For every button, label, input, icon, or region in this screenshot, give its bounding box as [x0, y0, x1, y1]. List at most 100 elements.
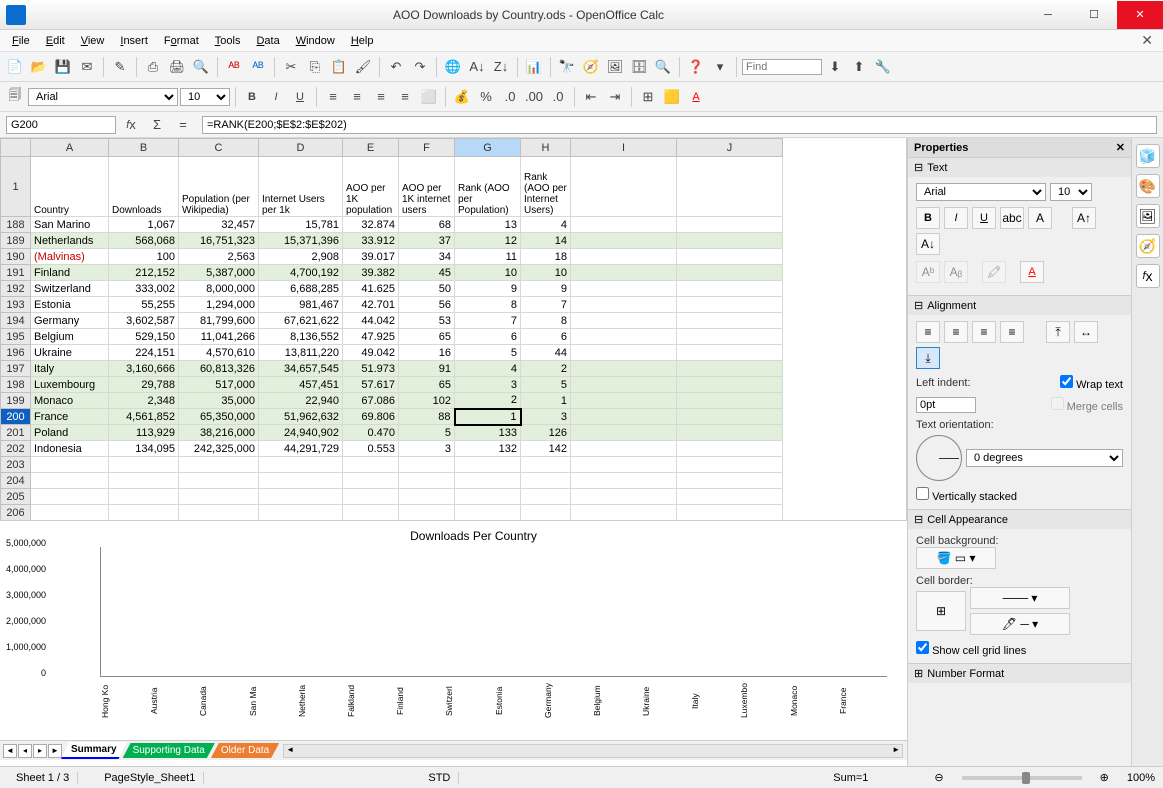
sidebar-close-icon[interactable]: ✕ [1116, 141, 1125, 154]
zoom-slider[interactable] [962, 776, 1082, 780]
print-icon[interactable]: 🖨 [166, 56, 188, 78]
border-color-picker[interactable]: 🖊 ─ ▾ [970, 613, 1070, 635]
menu-help[interactable]: Help [343, 32, 382, 50]
hyperlink-icon[interactable]: 🌐 [442, 56, 464, 78]
find-input[interactable] [742, 59, 822, 75]
section-number-format[interactable]: ⊞ Number Format [908, 664, 1131, 683]
redo-icon[interactable]: ↷ [409, 56, 431, 78]
spellcheck-icon[interactable]: ᴬᴮ [223, 56, 245, 78]
chart-icon[interactable]: 📊 [523, 56, 545, 78]
tab-first-icon[interactable]: ◄ [3, 744, 17, 758]
number-format-icon[interactable]: .0 [499, 86, 521, 108]
function-wizard-icon[interactable]: fx [120, 114, 142, 136]
find-options-icon[interactable]: 🔧 [872, 56, 894, 78]
percent-icon[interactable]: % [475, 86, 497, 108]
section-cell-appearance[interactable]: ⊟ Cell Appearance [908, 510, 1131, 529]
menu-format[interactable]: Format [156, 32, 207, 50]
font-size-select[interactable]: 10 [180, 88, 230, 106]
horizontal-scrollbar[interactable] [283, 744, 903, 758]
sb-valign-bot-icon[interactable]: ⤓ [916, 347, 940, 369]
sort-desc-icon[interactable]: Z↓ [490, 56, 512, 78]
wrap-text-checkbox[interactable]: Wrap text [1060, 375, 1123, 391]
menu-data[interactable]: Data [248, 32, 287, 50]
zoom-in-icon[interactable]: ⊕ [1100, 771, 1109, 784]
open-icon[interactable]: 📂 [28, 56, 50, 78]
border-style-picker[interactable]: ─── ▾ [970, 587, 1070, 609]
underline-icon[interactable]: U [289, 86, 311, 108]
menu-tools[interactable]: Tools [207, 32, 249, 50]
align-right-icon[interactable]: ≡ [370, 86, 392, 108]
undo-icon[interactable]: ↶ [385, 56, 407, 78]
sheet-tab-older[interactable]: Older Data [211, 743, 279, 758]
increase-indent-icon[interactable]: ⇥ [604, 86, 626, 108]
sb-sub-icon[interactable]: Aᵦ [944, 261, 968, 283]
menu-insert[interactable]: Insert [112, 32, 156, 50]
styles-icon[interactable]: 🗐 [4, 86, 26, 108]
datasource-icon[interactable]: 🗄 [628, 56, 650, 78]
sb-super-icon[interactable]: Aᵇ [916, 261, 940, 283]
find-icon[interactable]: 🔭 [556, 56, 578, 78]
spreadsheet-grid[interactable]: ABCDEFGHIJ1CountryDownloadsPopulation (p… [0, 138, 907, 520]
vertically-stacked-checkbox[interactable]: Vertically stacked [916, 491, 1017, 503]
sidebar-font-size[interactable]: 10 [1050, 183, 1092, 201]
sb-shrink-font-icon[interactable]: A↓ [916, 233, 940, 255]
preview-icon[interactable]: 🔍 [190, 56, 212, 78]
font-name-select[interactable]: Arial [28, 88, 178, 106]
sb-bold-icon[interactable]: B [916, 207, 940, 229]
paste-icon[interactable]: 📋 [328, 56, 350, 78]
sb-strike-icon[interactable]: abc [1000, 207, 1024, 229]
font-color-icon[interactable]: A [685, 86, 707, 108]
menu-file[interactable]: File [4, 32, 38, 50]
left-indent-input[interactable] [916, 397, 976, 413]
currency-icon[interactable]: 💰 [451, 86, 473, 108]
remove-decimal-icon[interactable]: .0 [547, 86, 569, 108]
decrease-indent-icon[interactable]: ⇤ [580, 86, 602, 108]
zoom-out-icon[interactable]: ⊖ [934, 771, 943, 784]
sb-valign-top-icon[interactable]: ⤒ [1046, 321, 1070, 343]
copy-icon[interactable]: ⎘ [304, 56, 326, 78]
find-next-icon[interactable]: ⬇ [824, 56, 846, 78]
minimize-button[interactable]: ─ [1025, 1, 1071, 29]
sb-fontcolor-icon[interactable]: A [1020, 261, 1044, 283]
align-justify-icon[interactable]: ≡ [394, 86, 416, 108]
sb-italic-icon[interactable]: I [944, 207, 968, 229]
sb-valign-mid-icon[interactable]: ↔ [1074, 321, 1098, 343]
chart-embedded[interactable]: Downloads Per Country 5,000,0004,000,000… [0, 520, 907, 740]
merge-cells-icon[interactable]: ⬜ [418, 86, 440, 108]
close-button[interactable]: ✕ [1117, 1, 1163, 29]
format-paintbrush-icon[interactable]: 🖌 [352, 56, 374, 78]
orientation-dial[interactable] [916, 435, 962, 481]
sidepanel-gallery-icon[interactable]: 🖼 [1136, 204, 1160, 228]
find-prev-icon[interactable]: ⬆ [848, 56, 870, 78]
sheet-tab-summary[interactable]: Summary [61, 742, 127, 759]
sb-highlight-icon[interactable]: 🖍 [982, 261, 1006, 283]
sb-grow-font-icon[interactable]: A↑ [1072, 207, 1096, 229]
border-preset-picker[interactable]: ⊞ [916, 591, 966, 631]
sb-underline-icon[interactable]: U [972, 207, 996, 229]
help-icon[interactable]: ❓ [685, 56, 707, 78]
sidepanel-properties-icon[interactable]: 🧊 [1136, 144, 1160, 168]
sb-align-center-icon[interactable]: ≡ [944, 321, 968, 343]
sidepanel-styles-icon[interactable]: 🎨 [1136, 174, 1160, 198]
borders-icon[interactable]: ⊞ [637, 86, 659, 108]
cell-reference-input[interactable] [6, 116, 116, 134]
orientation-select[interactable]: 0 degrees [966, 449, 1123, 467]
merge-cells-checkbox[interactable]: Merge cells [1051, 397, 1123, 413]
gallery-icon[interactable]: 🖼 [604, 56, 626, 78]
tab-next-icon[interactable]: ▸ [33, 744, 47, 758]
section-alignment[interactable]: ⊟ Alignment [908, 296, 1131, 315]
sidepanel-navigator-icon[interactable]: 🧭 [1136, 234, 1160, 258]
email-icon[interactable]: ✉ [76, 56, 98, 78]
toolbar-overflow-icon[interactable]: ▾ [709, 56, 731, 78]
sheet-tab-supporting[interactable]: Supporting Data [123, 743, 215, 758]
new-icon[interactable]: 📄 [4, 56, 26, 78]
sidebar-font-select[interactable]: Arial [916, 183, 1046, 201]
equals-icon[interactable]: = [172, 114, 194, 136]
sb-align-right-icon[interactable]: ≡ [972, 321, 996, 343]
section-text[interactable]: ⊟ Text [908, 158, 1131, 177]
menu-view[interactable]: View [73, 32, 113, 50]
sb-shadow-icon[interactable]: A [1028, 207, 1052, 229]
maximize-button[interactable]: ☐ [1071, 1, 1117, 29]
align-left-icon[interactable]: ≡ [322, 86, 344, 108]
cut-icon[interactable]: ✂ [280, 56, 302, 78]
